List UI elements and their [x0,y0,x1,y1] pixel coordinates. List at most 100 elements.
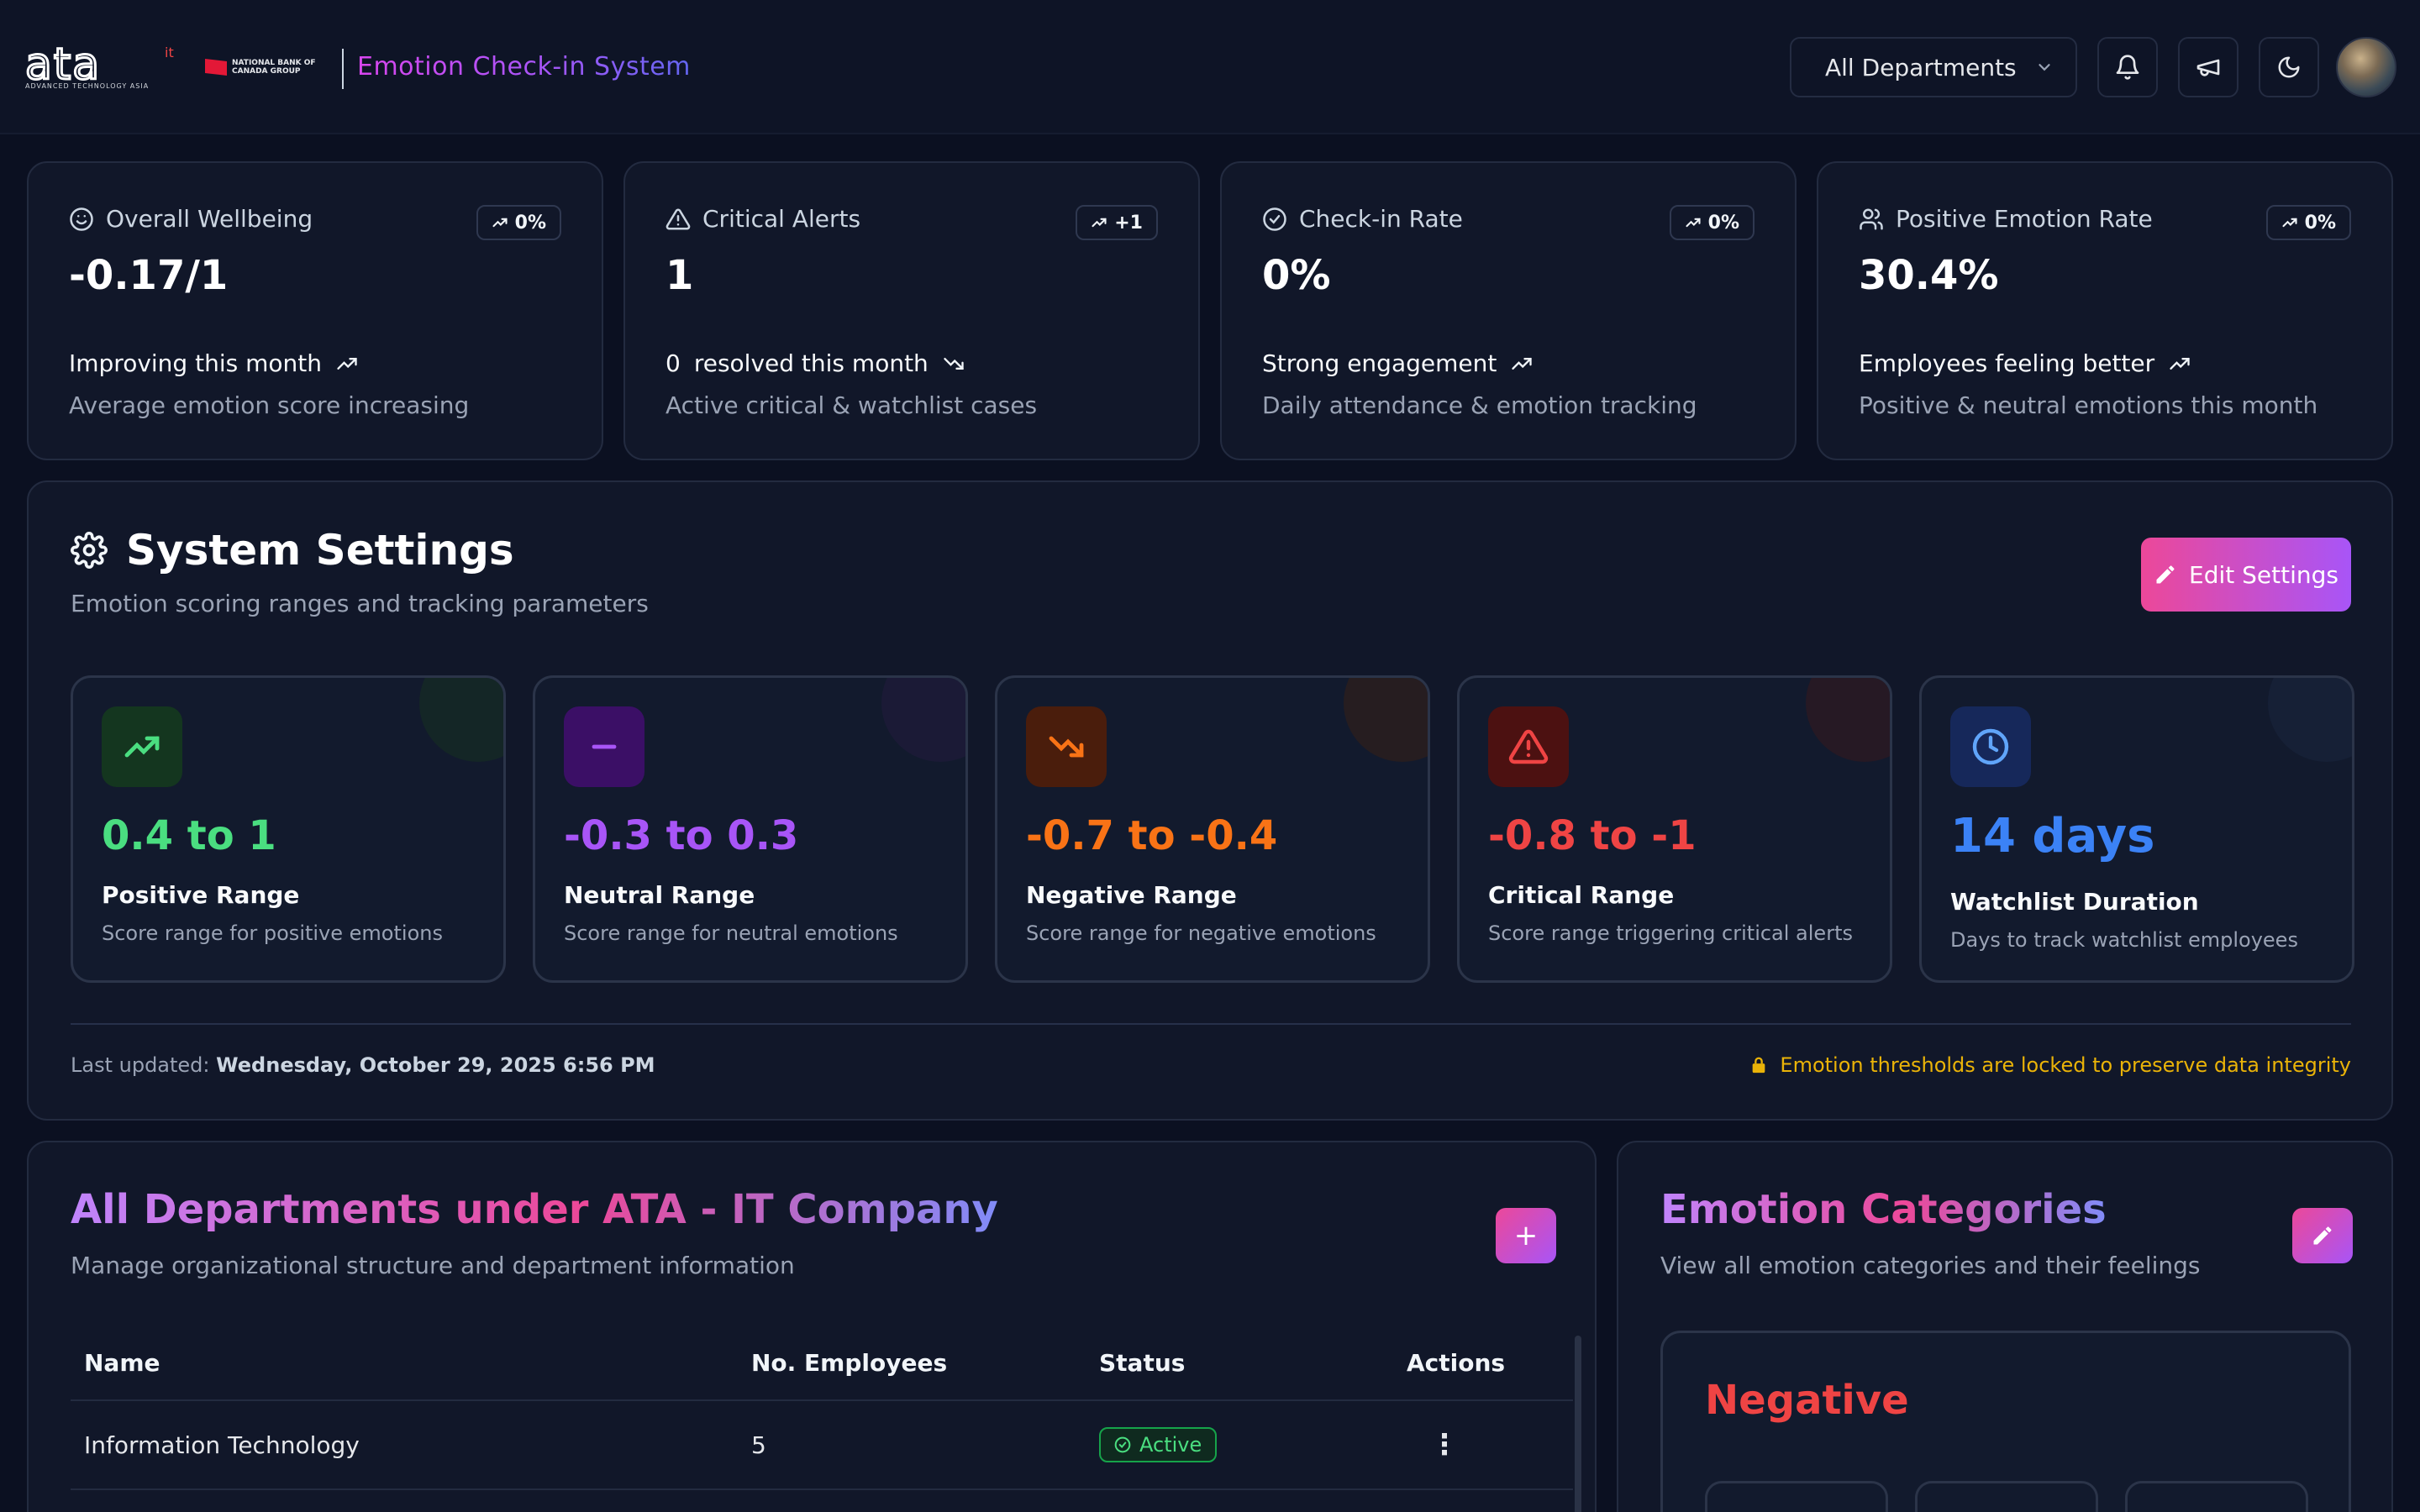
decorative-circle [1806,678,1890,762]
check-circle-icon [1263,207,1286,231]
edit-categories-button[interactable] [2292,1208,2353,1263]
locked-note: Emotion thresholds are locked to preserv… [1749,1053,2351,1077]
department-select[interactable]: All Departments [1790,37,2077,97]
stat-title: Check-in Rate [1299,205,1463,233]
stat-badge-value: 0% [1707,212,1739,234]
column-header-actions: Actions [1407,1348,1506,1377]
feeling-chip[interactable] [2125,1481,2308,1512]
range-description: Score range for positive emotions [102,921,443,945]
trending-up-icon [124,736,160,758]
range-value: 0.4 to 1 [102,812,276,859]
user-avatar[interactable] [2336,37,2396,97]
decorative-circle [2268,678,2352,762]
settings-title: System Settings [126,526,514,575]
alert-triangle-icon [666,207,691,229]
range-label: Watchlist Duration [1950,888,2199,916]
check-circle-icon [1114,1436,1131,1453]
settings-header: System Settings [71,526,514,575]
system-settings-panel: System Settings Emotion scoring ranges a… [27,480,2393,1121]
partner-logo: NATIONAL BANK OF CANADA GROUP [205,59,350,76]
stat-trend-text: Employees feeling better [1859,349,2155,377]
table-row[interactable]: Information Technology 5 Active ⋮ [71,1401,1573,1490]
departments-subtitle: Manage organizational structure and depa… [71,1252,795,1279]
trending-up-icon [337,357,357,370]
row-actions-cell: ⋮ [1393,1428,1573,1462]
alert-triangle-icon [1508,729,1549,764]
stat-description: Average emotion score increasing [69,391,470,419]
top-bar: ata it ADVANCED TECHNOLOGY ASIA NATIONAL… [0,0,2420,134]
more-vertical-icon[interactable]: ⋮ [1407,1428,1459,1462]
range-value: -0.8 to -1 [1488,812,1697,859]
feeling-chip[interactable] [1915,1481,2098,1512]
range-description: Score range triggering critical alerts [1488,921,1853,945]
announcements-button[interactable] [2178,37,2238,97]
logo-tagline: ADVANCED TECHNOLOGY ASIA [25,82,150,90]
edit-settings-button[interactable]: Edit Settings [2141,538,2351,612]
column-header-employees[interactable]: No. Employees [738,1349,1086,1377]
chevron-down-icon [2038,64,2050,71]
departments-title: All Departments under ATA - IT Company [71,1186,998,1233]
svg-text:it: it [165,45,174,60]
trending-up-icon [1512,357,1533,370]
stat-trend-text: Improving this month [69,349,322,377]
feeling-chip[interactable] [1705,1481,1888,1512]
trending-down-icon [944,357,964,370]
table-header: Name No. Employees Status Actions [71,1326,1573,1401]
pencil-icon [2156,565,2175,584]
range-label: Negative Range [1026,881,1237,909]
trending-down-icon [1049,736,1084,758]
smile-icon [70,207,93,231]
range-description: Days to track watchlist employees [1950,928,2298,952]
stat-value: 30.4% [1859,252,1999,299]
stat-badge: 0% [1669,205,1754,240]
plus-icon: + [1513,1219,1539,1252]
range-card-positive: 0.4 to 1 Positive Range Score range for … [71,675,506,983]
stat-badge: 0% [2265,205,2351,240]
trending-up-icon [1686,218,1701,228]
range-card-negative: -0.7 to -0.4 Negative Range Score range … [995,675,1430,983]
status-text: Active [1139,1433,1202,1457]
notifications-button[interactable] [2097,37,2158,97]
trending-up-icon [2282,218,2297,228]
bell-icon [2116,55,2139,80]
departments-table: Name No. Employees Status Actions Inform… [71,1326,1573,1490]
category-card-negative: Negative [1660,1331,2351,1512]
stat-header: Check-in Rate [1262,205,1463,233]
range-card-critical: -0.8 to -1 Critical Range Score range tr… [1457,675,1892,983]
stat-value: -0.17/1 [69,252,229,299]
stat-trend-text: resolved this month [693,349,929,377]
stat-header: Positive Emotion Rate [1859,205,2153,233]
range-icon-box [1026,706,1107,787]
stat-trend: Improving this month [69,349,359,377]
settings-subtitle: Emotion scoring ranges and tracking para… [71,590,649,617]
last-updated-value: Wednesday, October 29, 2025 6:56 PM [216,1053,655,1077]
range-value: 14 days [1950,809,2155,864]
stat-badge-value: 0% [514,212,546,234]
range-label: Critical Range [1488,881,1675,909]
range-card-watchlist: 14 days Watchlist Duration Days to track… [1919,675,2354,983]
emotion-categories-title: Emotion Categories [1660,1186,2107,1233]
stat-badge-value: +1 [1114,212,1143,234]
range-value: -0.7 to -0.4 [1026,812,1278,859]
department-name: Information Technology [84,1431,360,1459]
nbc-flag-icon [205,59,227,76]
column-header-name[interactable]: Name [71,1349,738,1377]
category-name: Negative [1705,1377,1909,1424]
theme-toggle-button[interactable] [2259,37,2319,97]
stat-description: Positive & neutral emotions this month [1859,391,2318,419]
stat-title: Overall Wellbeing [106,205,313,233]
users-icon [1860,208,1883,229]
add-department-button[interactable]: + [1496,1208,1556,1263]
trending-up-icon [492,218,508,228]
moon-icon [2278,56,2300,78]
trending-up-icon [2170,357,2190,370]
employee-count: 5 [751,1431,766,1459]
stat-title: Critical Alerts [702,205,861,233]
partner-logo-text: NATIONAL BANK OF CANADA GROUP [232,59,316,76]
column-header-status[interactable]: Status [1086,1349,1393,1377]
stat-trend: 0 resolved this month [666,349,965,377]
system-title: Emotion Check-in System [357,52,691,81]
stat-value: 0% [1262,252,1331,299]
range-icon-box [564,706,644,787]
table-scrollbar[interactable] [1575,1336,1581,1512]
